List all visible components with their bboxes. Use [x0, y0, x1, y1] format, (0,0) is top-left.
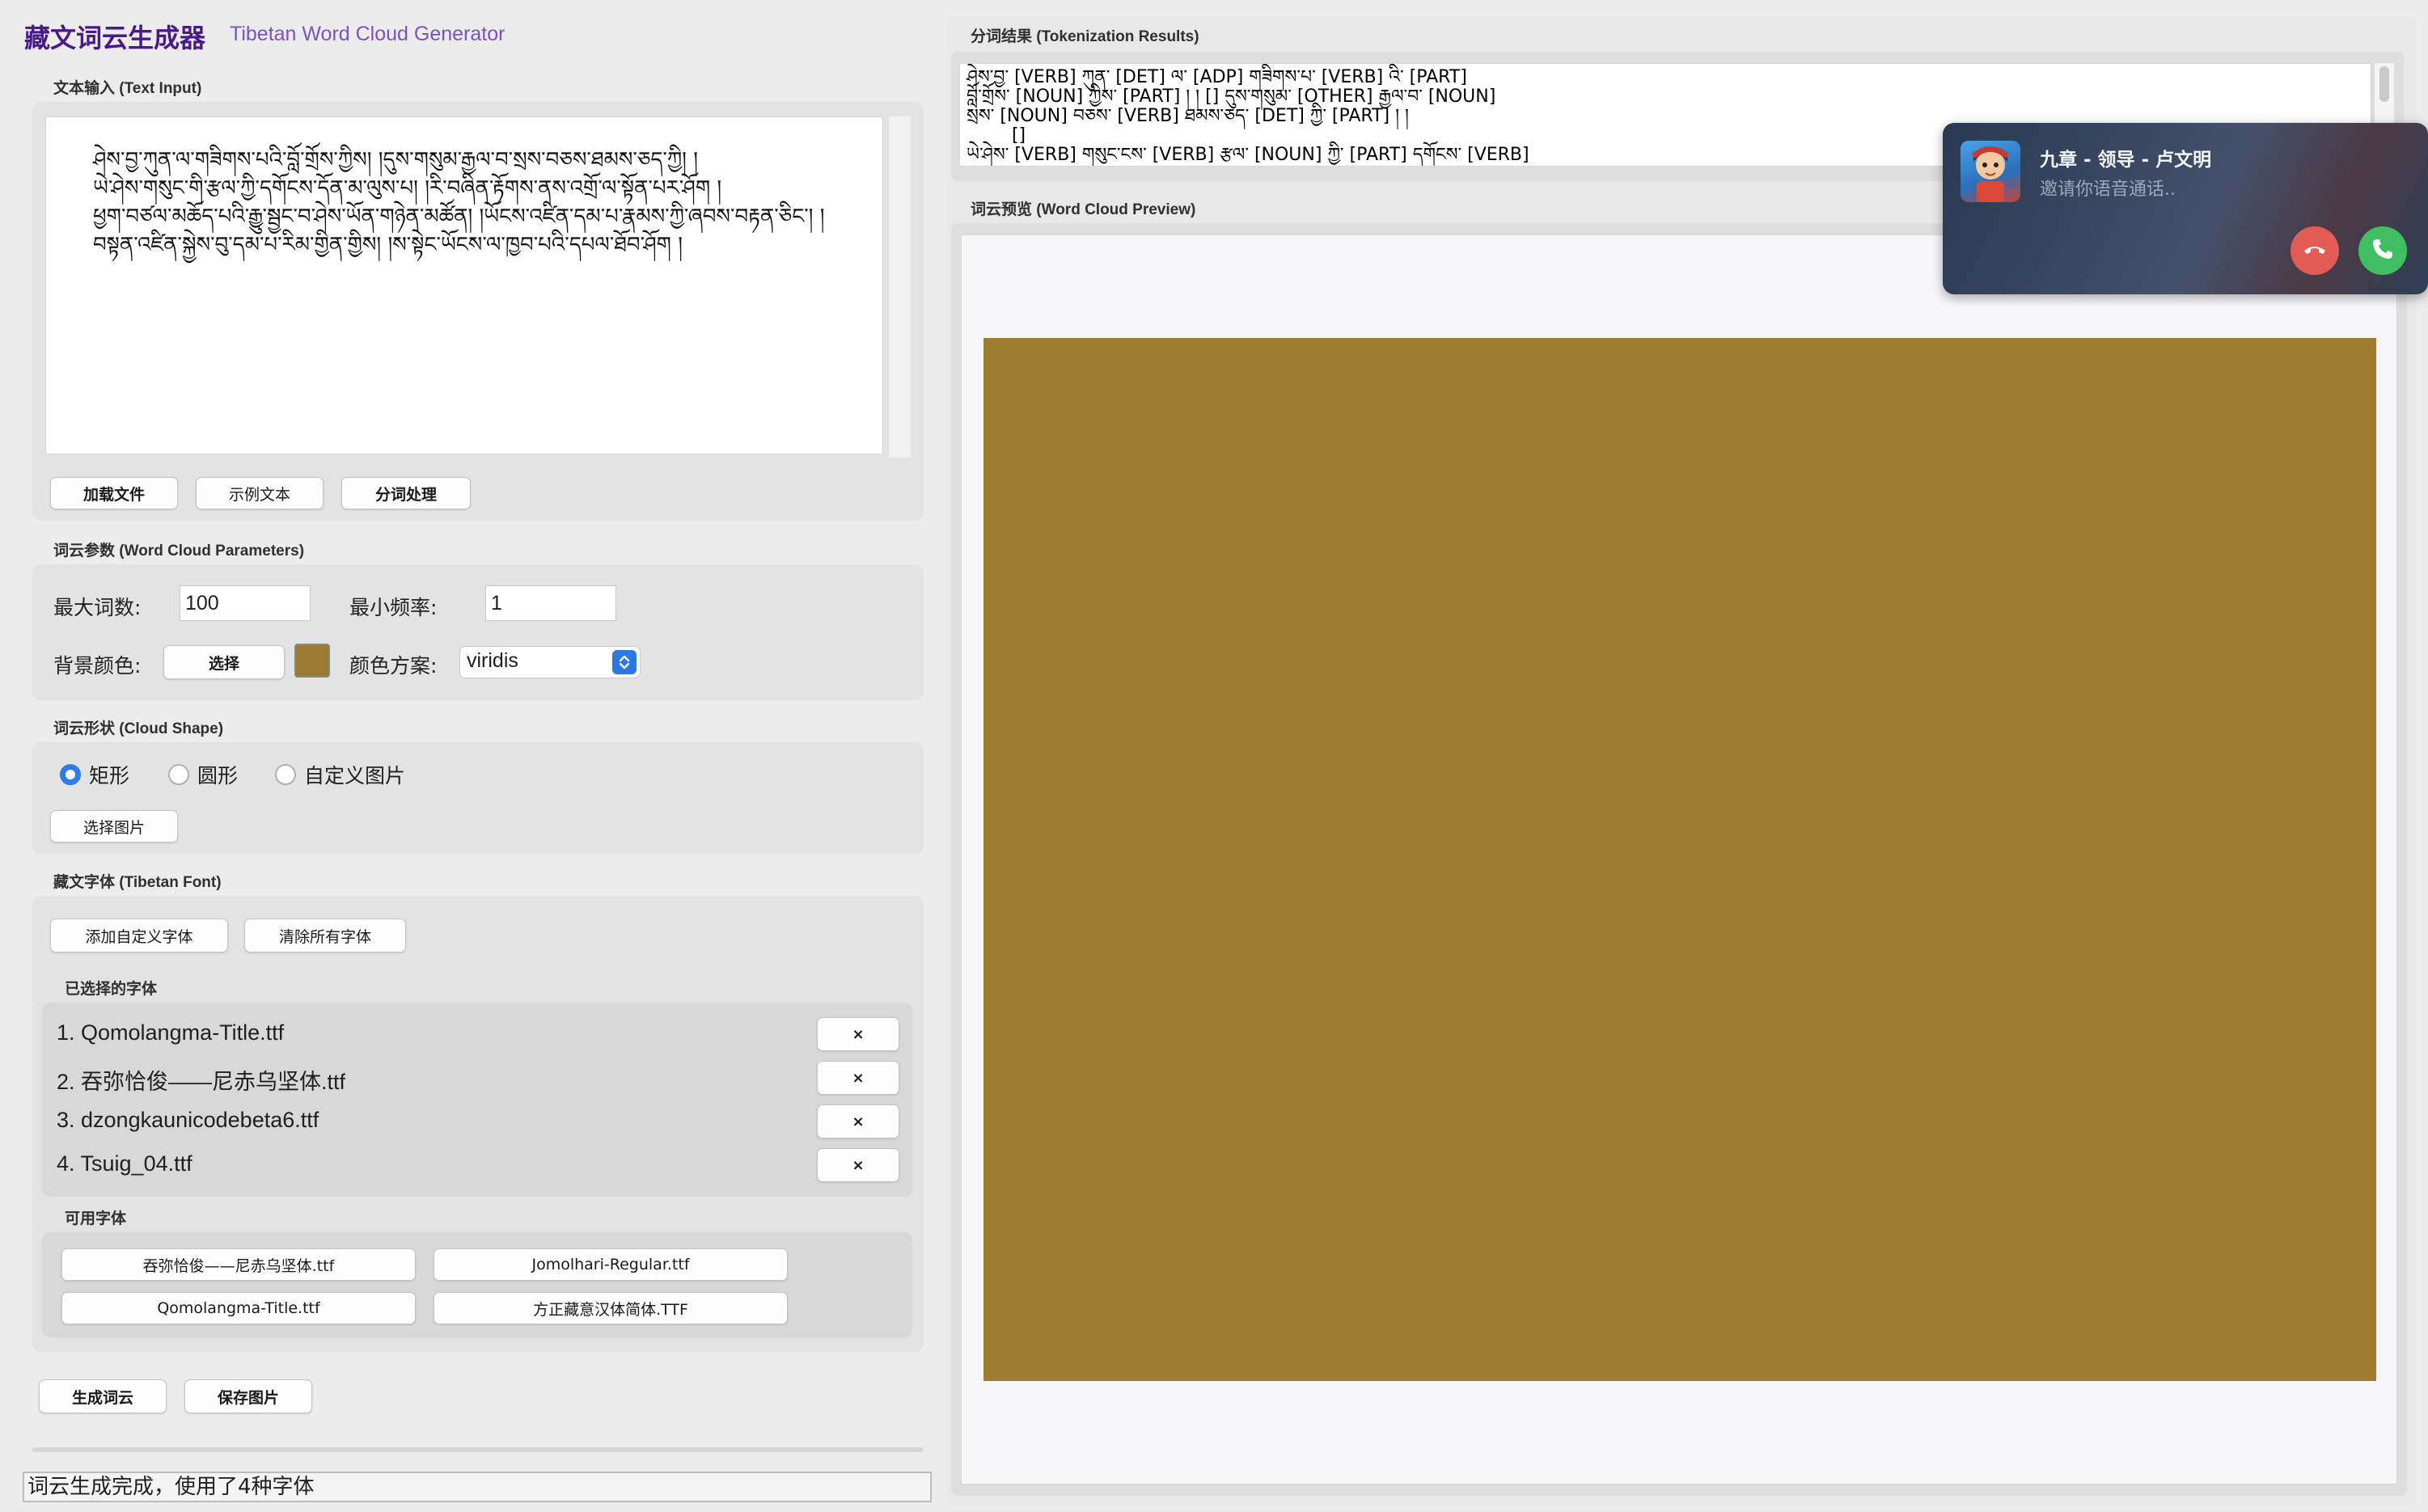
selected-font-item: 3. dzongkaunicodebeta6.ttf [57, 1108, 319, 1132]
remove-font-button[interactable]: × [817, 1061, 899, 1095]
available-font-button[interactable]: Jomolhari-Regular.ttf [434, 1248, 788, 1281]
text-line: ཡེ་ཤེས་གསུང་གི་རྩལ་ཀྱི་དགོངས་དོན་མ་ལུས་པ… [93, 176, 722, 201]
generate-cloud-button[interactable]: 生成词云 [39, 1379, 167, 1413]
word-cloud-canvas [983, 338, 2376, 1381]
app-title: 藏文词云生成器 [24, 23, 206, 53]
load-file-button[interactable]: 加载文件 [50, 477, 178, 509]
shape-option-label: 矩形 [89, 764, 130, 788]
radio-selected-icon [60, 764, 81, 785]
remove-font-button[interactable]: × [817, 1017, 899, 1051]
radio-unselected-icon [168, 764, 189, 785]
max-words-label: 最大词数: [53, 596, 142, 619]
shape-option-label: 圆形 [197, 764, 239, 788]
call-subtitle: 邀请你语音通话.. [2040, 179, 2176, 200]
status-bar: 词云生成完成，使用了4种字体 [23, 1472, 932, 1502]
accept-call-button[interactable] [2358, 226, 2407, 275]
available-fonts-label: 可用字体 [65, 1210, 127, 1227]
remove-font-button[interactable]: × [817, 1104, 899, 1138]
selected-fonts-label: 已选择的字体 [65, 981, 158, 998]
selected-font-item: 2. 吞弥恰俊——尼赤乌坚体.ttf [57, 1070, 346, 1094]
phone-icon [2370, 236, 2396, 265]
min-freq-label: 最小频率: [349, 596, 438, 619]
params-section-label: 词云参数 (Word Cloud Parameters) [53, 543, 305, 560]
tokenize-button[interactable]: 分词处理 [341, 477, 471, 509]
token-line: བློ་གྲོས་ [NOUN] ཀྱིས་ [PART] ། ། [] དུས… [967, 87, 1496, 107]
incoming-call-notification[interactable]: 九章 - 领导 - 卢文明 邀请你语音通话.. [1943, 123, 2428, 294]
shape-option-custom-image[interactable]: 自定义图片 [275, 760, 405, 789]
available-font-button[interactable]: 吞弥恰俊——尼赤乌坚体.ttf [61, 1248, 416, 1281]
shape-option-rectangle[interactable]: 矩形 [60, 760, 129, 789]
selected-font-item: 4. Tsuig_04.ttf [57, 1151, 192, 1176]
shape-option-label: 自定义图片 [304, 764, 406, 788]
min-freq-input[interactable]: 1 [485, 585, 616, 621]
add-custom-font-button[interactable]: 添加自定义字体 [50, 919, 228, 952]
sample-text-button[interactable]: 示例文本 [196, 477, 324, 509]
save-image-button[interactable]: 保存图片 [184, 1379, 312, 1413]
colormap-select[interactable]: viridis [459, 646, 641, 678]
decline-call-button[interactable] [2291, 226, 2339, 275]
caller-name: 九章 - 领导 - 卢文明 [2040, 150, 2212, 171]
shape-option-circle[interactable]: 圆形 [168, 760, 238, 789]
bg-color-label: 背景颜色: [53, 654, 142, 678]
params-group [32, 564, 924, 700]
max-words-input[interactable]: 100 [180, 585, 311, 621]
left-panel-divider [32, 1447, 924, 1452]
text-line: ཤེས་བྱ་ཀུན་ལ་གཟིགས་པའི་བློ་གྲོས་ཀྱིས། །ད… [93, 148, 698, 172]
preview-section-label: 词云预览 (Word Cloud Preview) [971, 201, 1196, 218]
app-subtitle: Tibetan Word Cloud Generator [230, 23, 505, 45]
chevron-updown-icon [612, 650, 637, 674]
remove-font-button[interactable]: × [817, 1148, 899, 1182]
choose-bg-color-button[interactable]: 选择 [163, 645, 285, 679]
font-section-label: 藏文字体 (Tibetan Font) [53, 874, 222, 891]
clear-all-fonts-button[interactable]: 清除所有字体 [244, 919, 406, 952]
available-font-button[interactable]: 方正藏意汉体简体.TTF [434, 1292, 788, 1324]
choose-image-button[interactable]: 选择图片 [50, 810, 178, 843]
selected-font-item: 1. Qomolangma-Title.ttf [57, 1020, 285, 1045]
tokenization-scroll-thumb[interactable] [2379, 66, 2389, 102]
text-input-scrollbar[interactable] [888, 116, 911, 458]
token-line: ཤེས་བྱ་ [VERB] ཀུན་ [DET] ལ་ [ADP] གཟིགས… [967, 67, 1467, 87]
tibetan-text-input[interactable]: ཤེས་བྱ་ཀུན་ལ་གཟིགས་པའི་བློ་གྲོས་ཀྱིས། །ད… [45, 116, 883, 454]
text-line: བསྟན་འཛིན་སྐྱེས་བུ་དམ་པ་རིམ་གྱིན་གྱིས། །… [93, 233, 683, 257]
colormap-value: viridis [467, 649, 518, 672]
caller-avatar [1961, 141, 2020, 202]
text-line: ཕྱག་བཙལ་མཆོད་པའི་རྒྱུ་སྦྱང་བ་ཤེས་ཡོན་གཉེ… [93, 205, 825, 229]
tokenization-section-label: 分词结果 (Tokenization Results) [971, 28, 1199, 45]
shape-section-label: 词云形状 (Cloud Shape) [53, 720, 224, 737]
phone-hangup-icon [2301, 235, 2329, 266]
colormap-label: 颜色方案: [349, 654, 438, 678]
text-input-section-label: 文本输入 (Text Input) [53, 80, 202, 97]
available-font-button[interactable]: Qomolangma-Title.ttf [61, 1292, 416, 1324]
bg-color-swatch [294, 644, 330, 678]
radio-unselected-icon [275, 764, 296, 785]
